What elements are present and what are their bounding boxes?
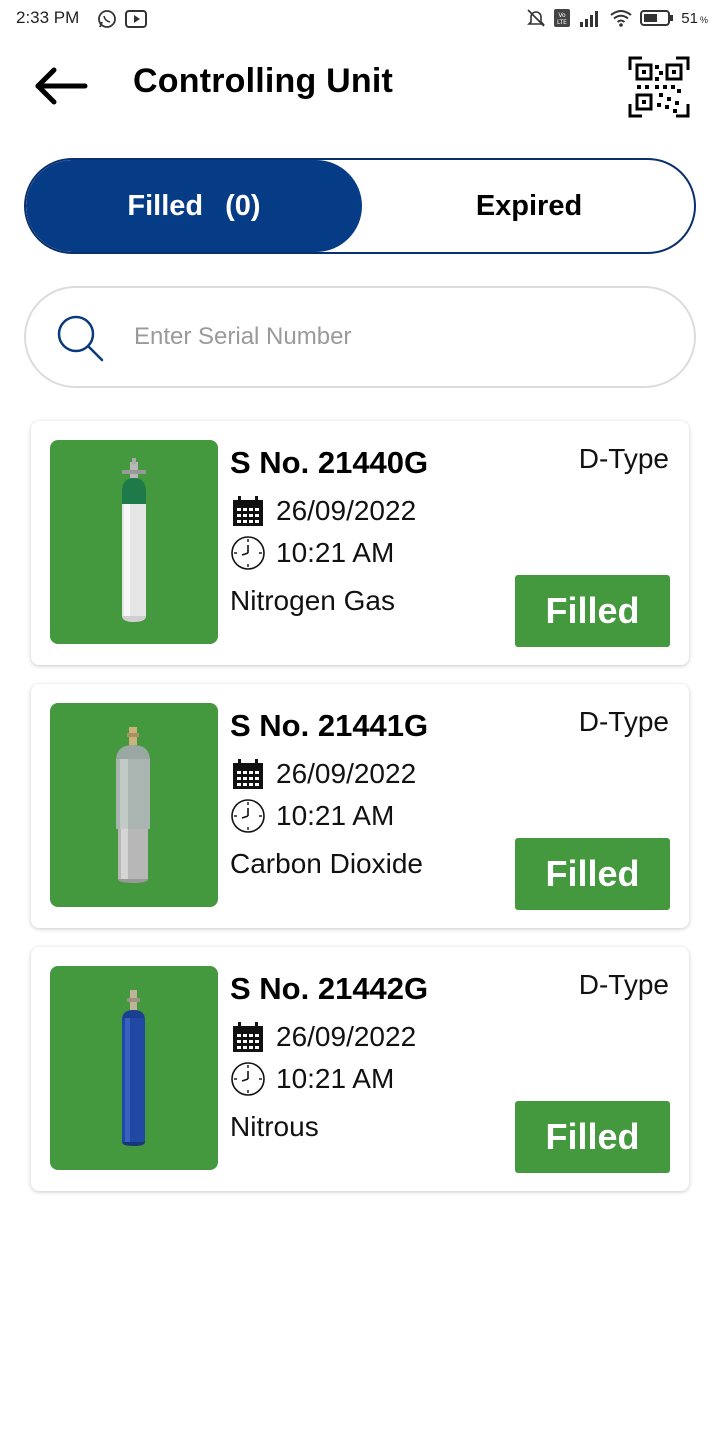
qr-code-icon bbox=[628, 56, 690, 118]
serial-number: S No. 21440G bbox=[230, 445, 429, 480]
gas-name: Nitrogen Gas bbox=[230, 585, 395, 616]
calendar-icon bbox=[233, 496, 263, 526]
calendar-icon bbox=[233, 759, 263, 789]
serial-number: S No. 21441G bbox=[230, 708, 429, 743]
cylinder-card[interactable]: S No. 21442G D-Type 26/09/2022 10:21 AM … bbox=[31, 947, 689, 1191]
cylinder-type: D-Type bbox=[578, 969, 669, 1000]
mute-icon bbox=[527, 9, 546, 27]
serial-search-input[interactable] bbox=[134, 310, 654, 364]
calendar-icon bbox=[233, 1022, 263, 1052]
whatsapp-icon bbox=[98, 10, 116, 28]
clock-icon bbox=[231, 799, 265, 833]
status-tabs: Filled (0) Expired bbox=[24, 158, 696, 254]
gas-name: Nitrous bbox=[230, 1111, 319, 1142]
svg-text:LTE: LTE bbox=[557, 19, 567, 26]
tab-expired-label: Expired bbox=[475, 189, 583, 222]
tab-filled-count: (0) bbox=[225, 189, 261, 222]
status-button[interactable]: Filled bbox=[515, 1101, 670, 1173]
clock-icon bbox=[231, 536, 265, 570]
status-right-icons: Vo LTE 51% bbox=[526, 8, 708, 28]
back-button[interactable] bbox=[30, 64, 90, 108]
app-header: Controlling Unit bbox=[0, 50, 720, 120]
wifi-icon bbox=[610, 10, 632, 27]
nitrous-cylinder-image bbox=[122, 990, 145, 1146]
status-bar: 2:33 PM Vo LTE 51 % bbox=[0, 0, 720, 38]
date-row: 26/09/2022 bbox=[230, 1019, 416, 1055]
qr-scan-button[interactable] bbox=[628, 56, 690, 118]
tab-expired[interactable]: Expired bbox=[362, 160, 694, 252]
cylinder-image bbox=[50, 440, 218, 644]
fill-date: 26/09/2022 bbox=[276, 495, 417, 526]
cylinder-image bbox=[50, 966, 218, 1170]
fill-date: 26/09/2022 bbox=[276, 1021, 417, 1052]
cylinder-type: D-Type bbox=[578, 443, 669, 474]
fill-date: 26/09/2022 bbox=[276, 758, 417, 789]
serial-number: S No. 21442G bbox=[230, 971, 429, 1006]
cylinder-card[interactable]: S No. 21440G D-Type 26/09/2022 10:21 AM … bbox=[31, 421, 689, 665]
gas-name: Carbon Dioxide bbox=[230, 848, 423, 879]
battery-level: 51% bbox=[681, 9, 708, 27]
time-row: 10:21 AM bbox=[230, 1061, 394, 1097]
search-icon bbox=[57, 315, 104, 362]
back-arrow-icon bbox=[35, 67, 88, 105]
status-button[interactable]: Filled bbox=[515, 838, 670, 910]
fill-time: 10:21 AM bbox=[276, 537, 395, 568]
time-row: 10:21 AM bbox=[230, 535, 394, 571]
svg-text:Vo: Vo bbox=[559, 12, 567, 19]
volte-icon: Vo LTE bbox=[554, 9, 571, 27]
search-bar bbox=[24, 286, 696, 388]
status-time: 2:33 PM bbox=[16, 8, 80, 27]
signal-icon bbox=[580, 11, 599, 27]
youtube-icon bbox=[125, 10, 147, 28]
clock-icon bbox=[231, 1062, 265, 1096]
battery-icon bbox=[640, 10, 674, 26]
date-row: 26/09/2022 bbox=[230, 756, 416, 792]
co2-cylinder-image bbox=[116, 727, 150, 883]
date-row: 26/09/2022 bbox=[230, 493, 416, 529]
cylinder-type: D-Type bbox=[578, 706, 669, 737]
cylinder-image bbox=[50, 703, 218, 907]
tab-filled-label: Filled bbox=[127, 189, 204, 222]
nitrogen-cylinder-image bbox=[122, 458, 146, 622]
time-row: 10:21 AM bbox=[230, 798, 394, 834]
fill-time: 10:21 AM bbox=[276, 800, 395, 831]
tab-filled[interactable]: Filled (0) bbox=[26, 160, 362, 252]
fill-time: 10:21 AM bbox=[276, 1063, 395, 1094]
page-title: Controlling Unit bbox=[133, 62, 394, 100]
cylinder-card[interactable]: S No. 21441G D-Type 26/09/2022 10:21 AM … bbox=[31, 684, 689, 928]
status-button[interactable]: Filled bbox=[515, 575, 670, 647]
